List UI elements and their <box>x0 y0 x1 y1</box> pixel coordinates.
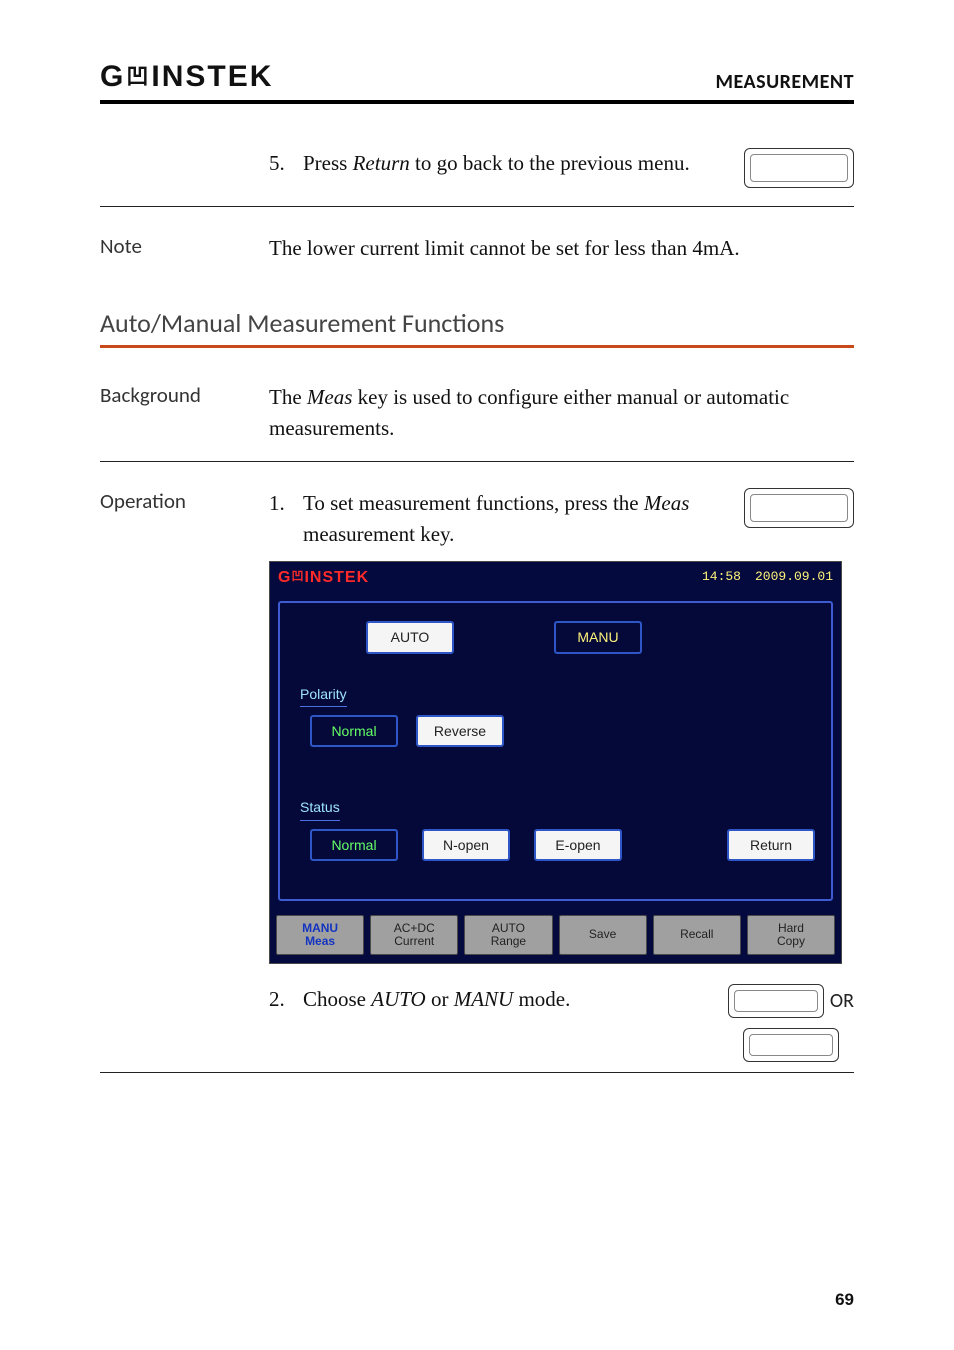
operation-step1: 1. To set measurement functions, press t… <box>269 488 854 549</box>
meas-key-ref-1: Meas <box>307 385 353 409</box>
tab-acdc-current[interactable]: AC+DC Current <box>370 915 458 955</box>
operation-step2: 2. Choose AUTO or MANU mode. OR <box>269 984 854 1062</box>
brand-w-glyph: 凹 <box>126 59 149 91</box>
status-nopen-button[interactable]: N-open <box>422 829 510 861</box>
or-label: OR <box>830 987 854 1016</box>
tab-manu-meas[interactable]: MANU Meas <box>276 915 364 955</box>
step5-text: Press Return to go back to the previous … <box>303 148 732 178</box>
screenshot-date: 2009.09.01 <box>755 568 833 587</box>
step5-row: 5. Press Return to go back to the previo… <box>100 148 854 188</box>
divider-3 <box>100 1072 854 1073</box>
return-key-ref: Return <box>353 151 410 175</box>
tab-recall[interactable]: Recall <box>653 915 741 955</box>
polarity-label: Polarity <box>300 684 347 707</box>
tab-hard-copy[interactable]: Hard Copy <box>747 915 835 955</box>
background-text: The Meas key is used to configure either… <box>269 382 854 443</box>
note-text: The lower current limit cannot be set fo… <box>269 233 854 263</box>
return-keycap <box>744 148 854 188</box>
divider-1 <box>100 206 854 207</box>
screenshot-brand: G凹INSTEK <box>278 566 369 589</box>
meas-keycap <box>744 488 854 528</box>
header-section: MEASUREMENT <box>716 70 854 94</box>
return-button[interactable]: Return <box>727 829 815 861</box>
tab-save[interactable]: Save <box>559 915 647 955</box>
step1-text: To set measurement functions, press the … <box>303 488 732 549</box>
status-label: Status <box>300 797 340 820</box>
operation-row: Operation 1. To set measurement function… <box>100 488 854 1062</box>
screenshot-titlebar: G凹INSTEK 14:58 2009.09.01 <box>270 562 841 593</box>
auto-key-ref: AUTO <box>371 987 425 1011</box>
step5-number: 5. <box>269 148 291 178</box>
mode-auto-button[interactable]: AUTO <box>366 621 454 653</box>
tab-auto-range[interactable]: AUTO Range <box>464 915 552 955</box>
manu-key-ref: MANU <box>454 987 514 1011</box>
device-screenshot: G凹INSTEK 14:58 2009.09.01 AUTO MANU Pola… <box>269 561 842 964</box>
step2-number: 2. <box>269 984 291 1014</box>
manu-keycap <box>743 1028 839 1062</box>
note-row: Note The lower current limit cannot be s… <box>100 233 854 263</box>
background-row: Background The Meas key is used to confi… <box>100 382 854 443</box>
brand-logo: G凹INSTEK <box>100 60 273 94</box>
section-heading: Auto/Manual Measurement Functions <box>100 307 854 339</box>
background-label: Background <box>100 382 245 408</box>
divider-2 <box>100 461 854 462</box>
brand-instek: INSTEK <box>151 60 273 94</box>
page-header: G凹INSTEK MEASUREMENT <box>100 60 854 104</box>
mode-manu-button[interactable]: MANU <box>554 621 642 653</box>
screenshot-time: 14:58 <box>702 568 741 587</box>
polarity-normal-button[interactable]: Normal <box>310 715 398 747</box>
meas-key-ref-2: Meas <box>644 491 690 515</box>
polarity-reverse-button[interactable]: Reverse <box>416 715 504 747</box>
operation-label: Operation <box>100 488 245 514</box>
status-normal-button[interactable]: Normal <box>310 829 398 861</box>
step1-number: 1. <box>269 488 291 518</box>
status-eopen-button[interactable]: E-open <box>534 829 622 861</box>
page-number: 69 <box>835 1290 854 1310</box>
note-label: Note <box>100 233 245 259</box>
step2-text: Choose AUTO or MANU mode. <box>303 984 716 1014</box>
section-underline <box>100 345 854 348</box>
brand-gw: G <box>100 60 124 94</box>
auto-keycap <box>728 984 824 1018</box>
softkey-strip: MANU Meas AC+DC Current AUTO Range Save <box>270 909 841 963</box>
